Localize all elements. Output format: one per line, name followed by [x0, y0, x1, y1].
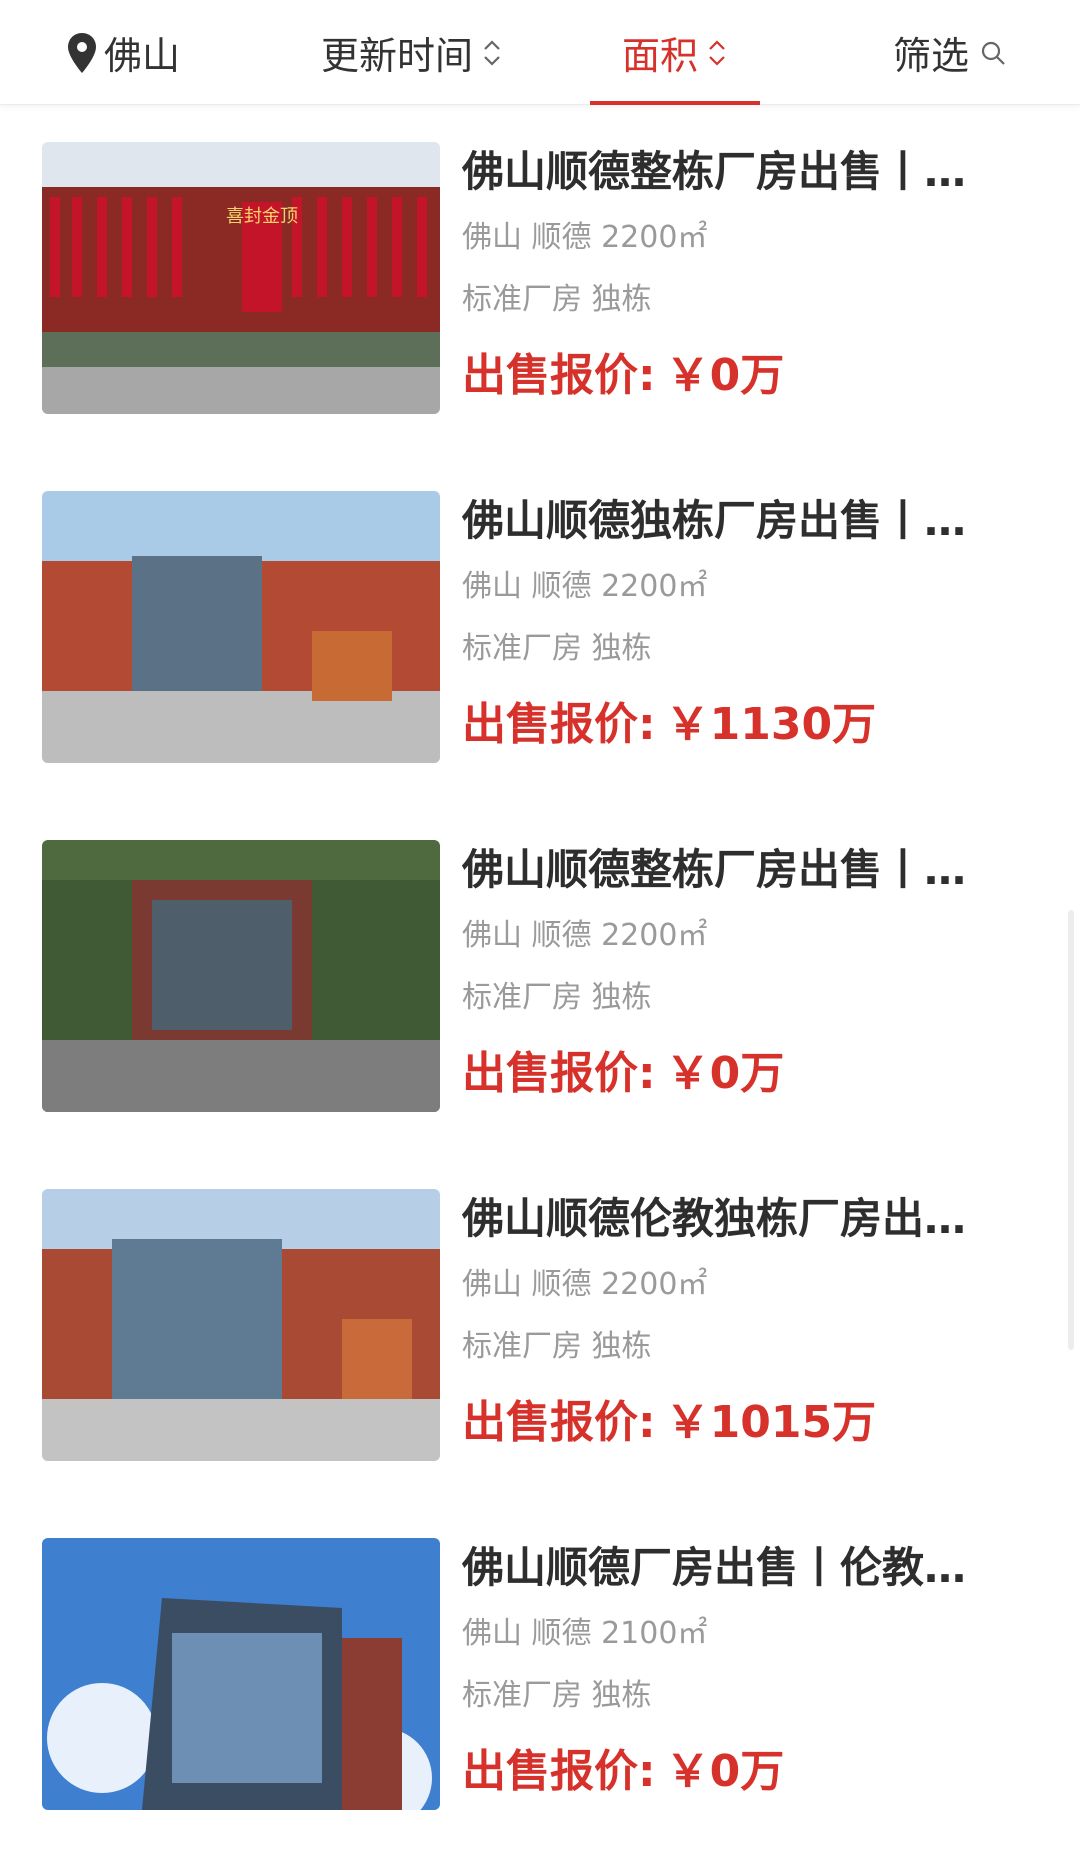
price-label: 出售报价:	[462, 1048, 656, 1099]
price-value: ￥1015万	[665, 1397, 877, 1448]
location-selector[interactable]: 佛山	[64, 0, 224, 105]
listing-card[interactable]: 佛山顺德独栋厂房出售丨… 佛山 顺德 2200㎡ 标准厂房 独栋 出售报价: ￥1…	[0, 455, 1080, 804]
listing-title[interactable]: 佛山顺德独栋厂房出售丨…	[462, 491, 1002, 551]
listing-price: 出售报价: ￥0万	[462, 348, 1022, 404]
listing-tags: 标准厂房 独栋	[462, 980, 652, 1015]
listing-tags: 标准厂房 独栋	[462, 282, 652, 317]
listing-card[interactable]: 佛山顺德厂房出售丨伦教… 佛山 顺德 2100㎡ 标准厂房 独栋 出售报价: ￥0…	[0, 1502, 1080, 1851]
listing-thumbnail[interactable]	[42, 1189, 440, 1461]
listing-location-area: 佛山 顺德 2100㎡	[462, 1616, 708, 1651]
listing-location-area: 佛山 顺德 2200㎡	[462, 220, 708, 255]
price-value: ￥0万	[665, 1746, 785, 1797]
listing-location-area: 佛山 顺德 2200㎡	[462, 569, 708, 604]
top-filter-bar: 佛山 更新时间 面积 筛选	[0, 0, 1080, 105]
listing-location-area: 佛山 顺德 2200㎡	[462, 918, 708, 953]
listing-price: 出售报价: ￥0万	[462, 1046, 1022, 1102]
listing-location-area: 佛山 顺德 2200㎡	[462, 1267, 708, 1302]
price-label: 出售报价:	[462, 699, 656, 750]
listing-info: 佛山顺德伦教独栋厂房出… 佛山 顺德 2200㎡ 标准厂房 独栋 出售报价: ￥1…	[462, 1189, 1022, 1451]
listing-info: 佛山顺德独栋厂房出售丨… 佛山 顺德 2200㎡ 标准厂房 独栋 出售报价: ￥1…	[462, 491, 1022, 753]
price-label: 出售报价:	[462, 1746, 656, 1797]
sort-area-tab[interactable]: 面积	[590, 0, 760, 105]
filter-label: 筛选	[892, 34, 969, 78]
price-label: 出售报价:	[462, 1397, 656, 1448]
listing-card[interactable]: 喜封金顶 佛山顺德整栋厂房出售丨… 佛山 顺德 2200㎡ 标准厂房 独栋 出售…	[0, 106, 1080, 455]
price-label: 出售报价:	[462, 350, 656, 401]
listing-thumbnail[interactable]	[42, 1538, 440, 1810]
listing-tags: 标准厂房 独栋	[462, 1329, 652, 1364]
listing-title[interactable]: 佛山顺德整栋厂房出售丨…	[462, 840, 1002, 900]
filter-tab[interactable]: 筛选	[875, 0, 1025, 105]
banner-text: 喜封金顶	[226, 206, 298, 227]
listing-info: 佛山顺德整栋厂房出售丨… 佛山 顺德 2200㎡ 标准厂房 独栋 出售报价: ￥0…	[462, 840, 1022, 1102]
listing-thumbnail[interactable]	[42, 491, 440, 763]
scrollbar[interactable]	[1068, 910, 1074, 1350]
active-tab-underline	[590, 101, 760, 105]
listing-card[interactable]: 佛山顺德整栋厂房出售丨… 佛山 顺德 2200㎡ 标准厂房 独栋 出售报价: ￥0…	[0, 804, 1080, 1153]
listing-tags: 标准厂房 独栋	[462, 1678, 652, 1713]
price-value: ￥0万	[665, 350, 785, 401]
listing-thumbnail[interactable]	[42, 840, 440, 1112]
listing-price: 出售报价: ￥0万	[462, 1744, 1022, 1800]
listing-card[interactable]: 佛山顺德伦教独栋厂房出… 佛山 顺德 2200㎡ 标准厂房 独栋 出售报价: ￥1…	[0, 1153, 1080, 1502]
listing-price: 出售报价: ￥1015万	[462, 1395, 1022, 1451]
sort-update-time-tab[interactable]: 更新时间	[292, 0, 532, 105]
sort-updown-icon	[481, 33, 503, 73]
listing-title[interactable]: 佛山顺德整栋厂房出售丨…	[462, 142, 1002, 202]
listing-tags: 标准厂房 独栋	[462, 631, 652, 666]
listing-info: 佛山顺德厂房出售丨伦教… 佛山 顺德 2100㎡ 标准厂房 独栋 出售报价: ￥0…	[462, 1538, 1022, 1800]
search-icon	[969, 39, 1007, 67]
sort-area-label: 面积	[621, 34, 698, 78]
listing-title[interactable]: 佛山顺德厂房出售丨伦教…	[462, 1538, 1002, 1598]
sort-updown-icon	[706, 33, 728, 73]
listing-price: 出售报价: ￥1130万	[462, 697, 1022, 753]
listing-thumbnail[interactable]: 喜封金顶	[42, 142, 440, 414]
map-pin-icon	[64, 31, 100, 75]
location-label: 佛山	[104, 34, 181, 78]
price-value: ￥1130万	[665, 699, 877, 750]
price-value: ￥0万	[665, 1048, 785, 1099]
sort-update-time-label: 更新时间	[320, 34, 473, 78]
listing-info: 佛山顺德整栋厂房出售丨… 佛山 顺德 2200㎡ 标准厂房 独栋 出售报价: ￥0…	[462, 142, 1022, 404]
listing-title[interactable]: 佛山顺德伦教独栋厂房出…	[462, 1189, 1002, 1249]
